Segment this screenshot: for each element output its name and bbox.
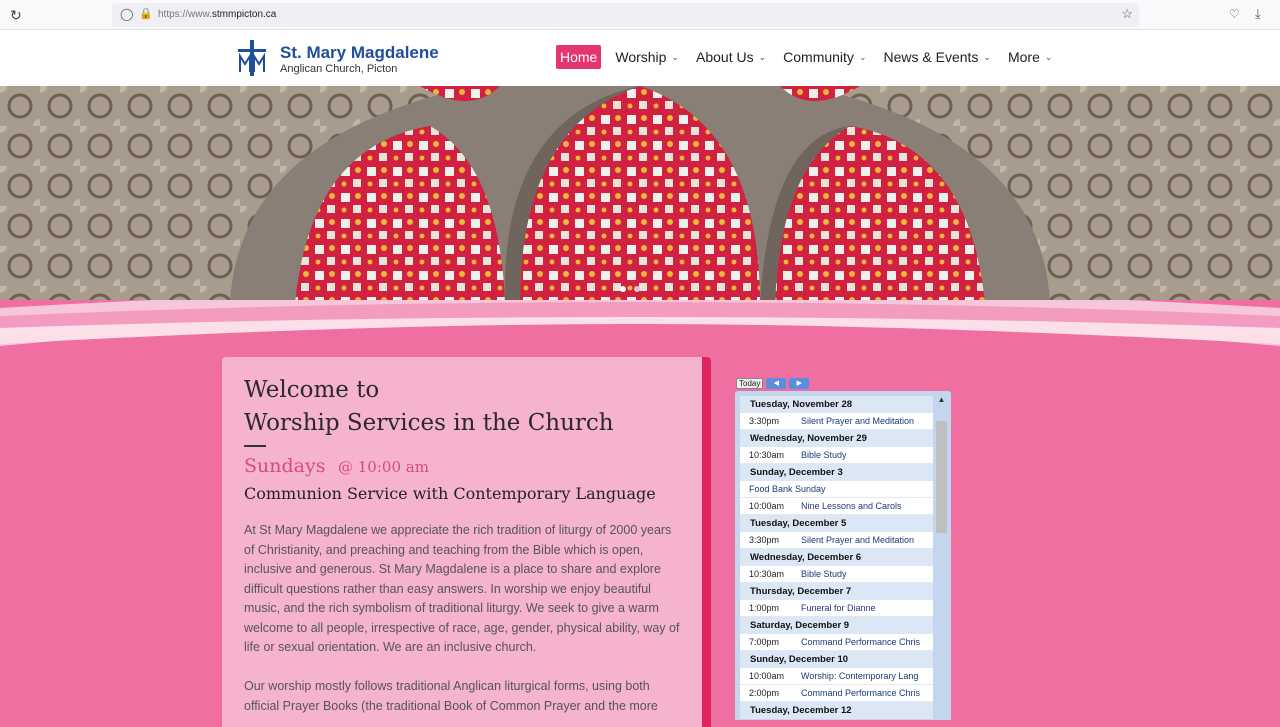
events-calendar: Today ◀ ▶ Tuesday, November 28 3:30pm Sile…: [735, 378, 951, 720]
scroll-up-icon[interactable]: ▲: [936, 395, 947, 407]
welcome-heading: Welcome to Worship Services in the Church: [244, 374, 684, 440]
event-time: 2:00pm: [749, 688, 780, 698]
event-time: 1:00pm: [749, 603, 780, 613]
agenda-event[interactable]: 3:30pm Silent Prayer and Meditation: [740, 532, 933, 549]
carousel-dot[interactable]: [620, 286, 626, 292]
agenda-date-header: Tuesday, November 28: [740, 396, 933, 413]
chevron-down-icon: ⌄: [858, 51, 867, 62]
scroll-thumb[interactable]: [936, 421, 947, 533]
worship-paragraph: Our worship mostly follows traditional A…: [244, 679, 658, 713]
url-domain: stmmpicton.ca: [211, 9, 277, 20]
nav-news-events-label: News & Events: [883, 49, 979, 65]
prev-arrow-icon[interactable]: ◀: [766, 378, 787, 389]
service-time: @ 10:00 am: [338, 458, 429, 476]
nav-about-us[interactable]: About Us ⌄: [688, 45, 774, 69]
event-title: Worship: Contemporary Lang: [801, 671, 919, 681]
agenda-date-header: Tuesday, December 12: [740, 702, 933, 719]
agenda-event[interactable]: 10:30am Bible Study: [740, 447, 933, 464]
event-time: 3:30pm: [749, 416, 780, 426]
welcome-paragraph: At St Mary Magdalene we appreciate the r…: [244, 523, 680, 654]
agenda-list-box: Tuesday, November 28 3:30pm Silent Prayer …: [735, 391, 951, 720]
service-day: Sundays: [244, 455, 326, 477]
nav-home[interactable]: Home: [556, 45, 602, 69]
service-description: Communion Service with Contemporary Lang…: [244, 484, 656, 503]
event-time: 10:30am: [749, 450, 785, 460]
heading-divider: [244, 445, 266, 447]
lock-icon[interactable]: 🔒: [139, 7, 153, 20]
agenda-event[interactable]: 2:00pm Command Performance Chris: [740, 685, 933, 702]
event-title: Command Performance Chris: [801, 688, 921, 698]
browser-toolbar: ↻ ◯ 🔒 https://www.stmmpicton.ca ☆ ♡ ⤓: [0, 0, 1280, 30]
welcome-heading-line1: Welcome to: [244, 377, 380, 403]
agenda-list: Tuesday, November 28 3:30pm Silent Prayer …: [740, 396, 933, 719]
event-time: 10:00am: [749, 501, 785, 511]
agenda-date-header: Tuesday, December 5: [740, 515, 933, 532]
agenda-event[interactable]: 10:00am Nine Lessons and Carols: [740, 498, 933, 515]
nav-home-label: Home: [560, 49, 598, 65]
event-time: 10:30am: [749, 569, 785, 579]
event-title: Bible Study: [801, 569, 847, 579]
decorative-wave: [0, 300, 1280, 360]
agenda-date-header: Sunday, December 3: [740, 464, 933, 481]
reload-icon[interactable]: ↻: [10, 7, 22, 24]
agenda-event[interactable]: 10:30am Bible Study: [740, 566, 933, 583]
site-subtitle: Anglican Church, Picton: [280, 63, 398, 75]
agenda-date-header: Thursday, December 7: [740, 583, 933, 600]
agenda-date-header: Wednesday, December 6: [740, 549, 933, 566]
nav-community[interactable]: Community ⌄: [775, 45, 874, 69]
site-name[interactable]: St. Mary Magdalene: [280, 43, 439, 63]
main-nav: Home Worship ⌄ About Us ⌄ Community ⌄ News …: [556, 45, 1061, 69]
pocket-icon[interactable]: ♡: [1229, 7, 1240, 21]
agenda-event[interactable]: 3:30pm Silent Prayer and Meditation: [740, 413, 933, 430]
chevron-down-icon: ⌄: [758, 51, 767, 62]
welcome-card: Welcome to Worship Services in the Church…: [222, 357, 702, 727]
calendar-controls: Today ◀ ▶: [736, 378, 810, 389]
hero-stained-glass-image: [0, 86, 1280, 304]
chevron-down-icon: ⌄: [1044, 51, 1053, 62]
agenda-date-header: Saturday, December 9: [740, 617, 933, 634]
url-text[interactable]: https://www.stmmpicton.ca: [158, 9, 276, 20]
cross-logo-icon[interactable]: [236, 40, 268, 76]
shield-icon[interactable]: ◯: [120, 7, 133, 21]
event-title: Command Performance Chris: [801, 637, 921, 647]
site-header: St. Mary Magdalene Anglican Church, Pict…: [0, 30, 1280, 86]
card-accent-bar: [702, 357, 711, 727]
carousel-dot[interactable]: [634, 286, 640, 292]
event-time: 7:00pm: [749, 637, 780, 647]
nav-worship[interactable]: Worship ⌄: [607, 45, 687, 69]
today-button[interactable]: Today: [736, 378, 764, 389]
event-title: Silent Prayer and Meditation: [801, 535, 915, 545]
agenda-event[interactable]: 1:00pm Funeral for Dianne: [740, 600, 933, 617]
event-title: Bible Study: [801, 450, 847, 460]
agenda-event[interactable]: Food Bank Sunday: [740, 481, 933, 498]
nav-worship-label: Worship: [615, 49, 667, 65]
agenda-event[interactable]: 7:00pm Command Performance Chris: [740, 634, 933, 651]
nav-more[interactable]: More ⌄: [1000, 45, 1060, 69]
nav-about-us-label: About Us: [696, 49, 754, 65]
event-title: Nine Lessons and Carols: [801, 501, 902, 511]
chevron-down-icon: ⌄: [983, 51, 991, 62]
agenda-date-header: Sunday, December 10: [740, 651, 933, 668]
nav-news-events[interactable]: News & Events ⌄: [875, 45, 998, 69]
address-bar[interactable]: ◯ 🔒 https://www.stmmpicton.ca ☆: [112, 3, 1139, 27]
event-time: 3:30pm: [749, 535, 780, 545]
download-icon[interactable]: ⤓: [1255, 6, 1261, 22]
url-prefix: https://www.: [158, 9, 212, 20]
nav-more-label: More: [1007, 49, 1040, 65]
agenda-date-header: Wednesday, November 29: [740, 430, 933, 447]
chevron-down-icon: ⌄: [671, 51, 679, 62]
nav-community-label: Community: [783, 49, 854, 65]
event-title: Silent Prayer and Meditation: [801, 416, 915, 426]
bookmark-star-icon[interactable]: ☆: [1121, 6, 1133, 22]
next-arrow-icon[interactable]: ▶: [789, 378, 810, 389]
event-title: Funeral for Dianne: [801, 603, 876, 613]
event-time: 10:00am: [749, 671, 785, 681]
agenda-event[interactable]: 10:00am Worship: Contemporary Lang: [740, 668, 933, 685]
agenda-scrollbar[interactable]: ▲: [936, 395, 947, 720]
carousel-dots: [620, 286, 640, 292]
event-title: Food Bank Sunday: [749, 484, 826, 494]
welcome-heading-line2: Worship Services in the Church: [244, 410, 614, 436]
